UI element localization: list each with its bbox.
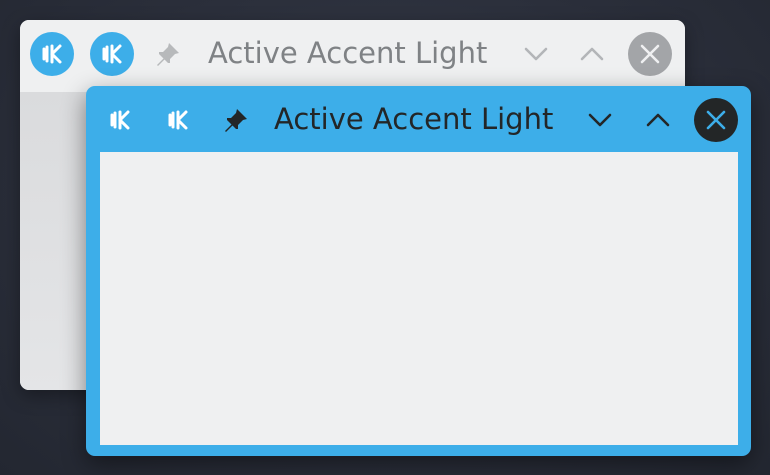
close-icon[interactable] (628, 32, 672, 76)
active-window-content (100, 152, 738, 445)
kde-logo-icon[interactable] (90, 32, 134, 76)
chevron-up-icon[interactable] (574, 36, 610, 72)
inactive-window-titlebar[interactable]: Active Accent Light (20, 20, 685, 92)
pin-icon[interactable] (218, 102, 254, 138)
chevron-down-icon[interactable] (582, 102, 618, 138)
chevron-up-icon[interactable] (640, 102, 676, 138)
chevron-down-icon[interactable] (518, 36, 554, 72)
kde-logo-icon[interactable] (158, 100, 198, 140)
active-window[interactable]: Active Accent Light (86, 86, 751, 456)
window-title: Active Accent Light (208, 36, 488, 70)
kde-logo-icon[interactable] (100, 100, 140, 140)
close-icon[interactable] (694, 98, 738, 142)
window-title: Active Accent Light (274, 102, 554, 136)
pin-icon[interactable] (150, 36, 186, 72)
kde-logo-icon[interactable] (30, 32, 74, 76)
